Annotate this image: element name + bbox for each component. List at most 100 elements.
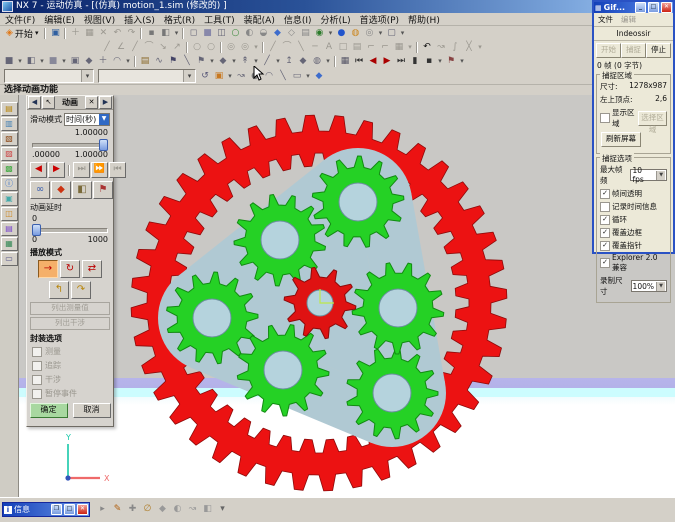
package-option-checkbox[interactable]: 追踪 — [32, 360, 110, 371]
toolbar-icon[interactable]: ╳ — [463, 41, 476, 53]
toolbar-icon[interactable]: ▾ — [407, 41, 414, 53]
toolbar-icon[interactable]: ▾ — [231, 55, 238, 67]
toolbar-icon[interactable]: ▤ — [299, 27, 312, 39]
toolbar-combo[interactable]: ▾ — [98, 69, 196, 83]
menu-item[interactable]: 工具(T) — [204, 13, 235, 26]
pause-icon[interactable]: ▮ — [409, 55, 422, 67]
maximize-button[interactable]: □ — [64, 504, 75, 515]
toolbar-icon[interactable]: ▦ — [83, 27, 96, 39]
toolbar-icon[interactable]: ■ — [3, 55, 16, 67]
play-forward-icon[interactable]: ▶ — [48, 162, 65, 178]
capture-option-checkbox[interactable]: ✓循环 — [600, 214, 667, 225]
toolbar-icon[interactable]: ▦ — [393, 41, 406, 53]
list-measure-button[interactable]: 列出测量值 — [30, 302, 110, 315]
capture-option-checkbox[interactable]: ✓覆盖指针 — [600, 240, 667, 251]
menu-item[interactable]: 视图(V) — [84, 13, 115, 26]
part-navigator-icon[interactable]: ▧ — [1, 132, 18, 146]
toolbar-icon[interactable]: ◆ — [271, 27, 284, 39]
taskbar-icon[interactable]: ▸ — [96, 503, 109, 516]
manufacturing-wizard-icon[interactable]: ▦ — [1, 237, 18, 251]
toolbar-icon[interactable]: ▾ — [377, 27, 384, 39]
time-slider[interactable] — [32, 139, 108, 149]
toolbar-icon[interactable]: ∿ — [153, 55, 166, 67]
toolbar-icon[interactable]: ◐ — [243, 27, 256, 39]
toolbar-icon[interactable]: ╱ — [267, 41, 280, 53]
toolbar-icon[interactable]: ○ — [191, 41, 204, 53]
toolbar-icon[interactable]: ◎ — [363, 27, 376, 39]
stop-icon[interactable]: ▪ — [423, 55, 436, 67]
info-window-minimized[interactable]: i 信息 ❐ □ ✕ — [2, 502, 90, 517]
toolbar-icon[interactable]: ╱ — [129, 41, 142, 53]
history-icon[interactable]: ▣ — [1, 192, 18, 206]
toolbar-icon[interactable]: ⌐ — [365, 41, 378, 53]
toolbar-icon[interactable]: ▾ — [325, 55, 332, 67]
taskbar-icon[interactable]: ▾ — [216, 503, 229, 516]
toolbar-icon[interactable]: ■ — [201, 27, 214, 39]
toolbar-icon[interactable]: ○ — [229, 27, 242, 39]
toolbar-icon[interactable]: ↝ — [235, 70, 248, 82]
back-arrow-button[interactable]: ◀ — [28, 96, 41, 109]
toolbar-icon[interactable]: ＋ — [97, 55, 110, 67]
pointer-icon[interactable]: ↖ — [42, 96, 55, 109]
toolbar-icon[interactable]: ✕ — [97, 27, 110, 39]
graphics-canvas[interactable]: YX — [19, 95, 675, 498]
toolbar-icon[interactable]: ◒ — [257, 27, 270, 39]
toolbar-icon[interactable]: ◻ — [187, 27, 200, 39]
toolbar-icon[interactable]: ↺ — [199, 70, 212, 82]
gif-capture-button[interactable]: 捕捉 — [621, 43, 646, 58]
refresh-screen-button[interactable]: 刷新屏幕 — [601, 132, 641, 147]
toolbar-icon[interactable]: ⚑ — [195, 55, 208, 67]
toolbar-icon[interactable]: ■ — [47, 55, 60, 67]
select-area-button[interactable]: 选择区域 — [638, 111, 667, 126]
fast-forward-icon[interactable]: ⏩ — [91, 162, 108, 178]
toolbar-icon[interactable]: ◎ — [225, 41, 238, 53]
play-reciprocate-icon[interactable]: ⇄ — [82, 260, 102, 278]
toolbar-icon[interactable]: ⚑ — [167, 55, 180, 67]
toolbar-icon[interactable]: ◫ — [215, 27, 228, 39]
step-back-icon[interactable]: ◀ — [367, 55, 380, 67]
trace-icon[interactable]: ◧ — [72, 181, 92, 199]
toolbar-icon[interactable]: ▾ — [477, 41, 484, 53]
toolbar-icon[interactable]: ◧ — [25, 55, 38, 67]
menu-item[interactable]: 分析(L) — [321, 13, 351, 26]
toolbar-icon[interactable]: ▪ — [145, 27, 158, 39]
package-option-checkbox[interactable]: 测量 — [32, 346, 110, 357]
toolbar-icon[interactable]: ▾ — [459, 55, 466, 67]
hd3d-icon[interactable]: ▩ — [1, 162, 18, 176]
restore-button[interactable]: ❐ — [51, 504, 62, 515]
toolbar-icon[interactable]: ↝ — [435, 41, 448, 53]
list-interference-button[interactable]: 列出干涉 — [30, 317, 110, 330]
capture-option-checkbox[interactable]: ✓Explorer 2.0 兼容 — [600, 253, 667, 273]
toolbar-icon[interactable]: ╲ — [181, 55, 194, 67]
toolbar-icon[interactable]: ◆ — [297, 55, 310, 67]
taskbar-icon[interactable]: ◧ — [201, 503, 214, 516]
toolbar-icon[interactable]: ◆ — [217, 55, 230, 67]
play-once-icon[interactable]: → — [38, 260, 58, 278]
toolbar-icon[interactable]: ▾ — [227, 70, 234, 82]
toolbar-icon[interactable]: ● — [249, 70, 262, 82]
toolbar-icon[interactable]: ▤ — [351, 41, 364, 53]
close-button[interactable]: ✕ — [77, 504, 88, 515]
menu-item[interactable]: 首选项(P) — [360, 13, 399, 26]
maximize-button[interactable]: □ — [648, 2, 659, 13]
menu-item[interactable]: 装配(A) — [244, 13, 275, 26]
step-back-icon[interactable]: ⏮ — [109, 162, 126, 178]
toolbar-icon[interactable]: ＋ — [69, 27, 82, 39]
toolbar-icon[interactable]: ▾ — [209, 55, 216, 67]
toolbar-icon[interactable]: ▾ — [17, 55, 24, 67]
edit-icon[interactable]: ✎ — [111, 503, 124, 516]
fps-select[interactable]: 10 fps ▼ — [630, 169, 667, 181]
menu-item[interactable]: 插入(S) — [124, 13, 155, 26]
start-menu-button[interactable]: ◈ 开始 ▾ — [2, 26, 42, 40]
menu-item[interactable]: 帮助(H) — [408, 13, 440, 26]
process-studio-icon[interactable]: ▤ — [1, 222, 18, 236]
internet-explorer-icon[interactable]: ⓘ — [1, 177, 18, 191]
toolbar-icon[interactable]: ↥ — [283, 55, 296, 67]
toolbar-icon[interactable]: □ — [337, 41, 350, 53]
toolbar-combo[interactable]: ▾ — [4, 69, 94, 83]
toolbar-icon[interactable]: ▢ — [385, 27, 398, 39]
toolbar-icon[interactable]: ◆ — [313, 70, 326, 82]
toolbar-icon[interactable]: ▤ — [139, 55, 152, 67]
text-icon[interactable]: A — [323, 41, 336, 53]
reuse-library-icon[interactable]: ▨ — [1, 147, 18, 161]
